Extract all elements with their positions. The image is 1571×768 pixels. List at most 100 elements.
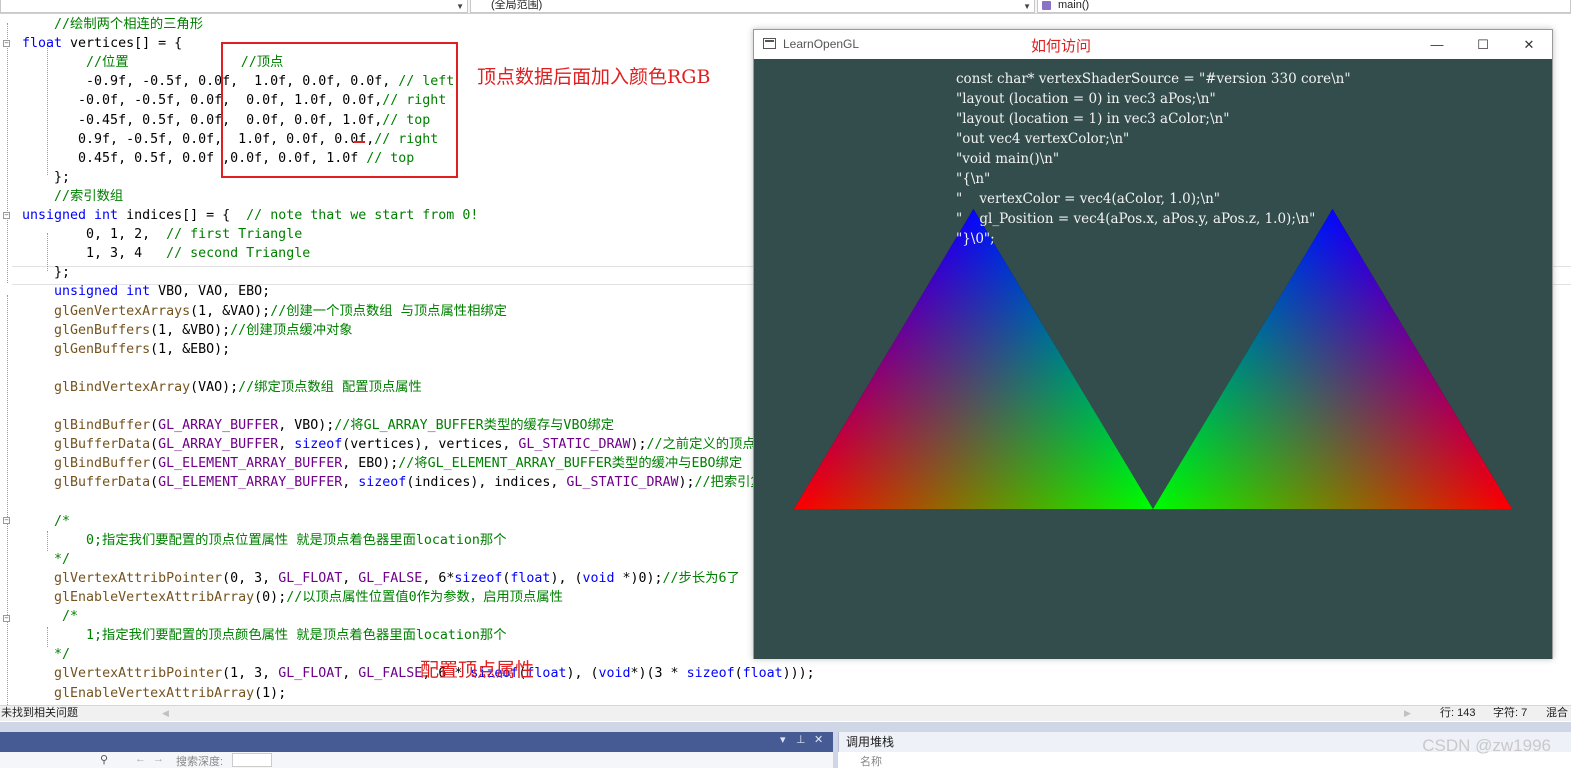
chevron-down-icon: ▼ — [1023, 2, 1031, 11]
vertex-color-layer — [1153, 209, 1513, 509]
code-token: 1, 3, 4 — [22, 246, 167, 262]
scope-dropdown-value: (全局范围) — [491, 0, 543, 11]
code-token: //以顶点属性位置值0作为参数，启用顶点属性 — [286, 590, 563, 605]
code-token: GL_STATIC_DRAW — [518, 437, 631, 453]
left-panel-toolbar: ⚲ ← → 搜索深度: — [0, 752, 833, 768]
code-token: , — [278, 437, 295, 453]
code-token: sizeof — [294, 437, 343, 453]
code-line: //索引数组 — [22, 187, 782, 206]
code-token: glGenBuffers — [54, 322, 151, 338]
code-token: GL_STATIC_DRAW — [566, 475, 679, 491]
code-token: */ — [22, 551, 71, 567]
code-token: *)0); — [614, 570, 663, 586]
code-token: unsigned int — [22, 208, 119, 223]
code-line: */ — [22, 645, 782, 664]
code-line: glBindBuffer(GL_ELEMENT_ARRAY_BUFFER, EB… — [22, 454, 782, 473]
code-token: glBufferData — [54, 437, 151, 453]
code-line: glGenBuffers(1, &VBO);//创建顶点缓冲对象 — [22, 321, 782, 340]
maximize-button[interactable]: ☐ — [1460, 30, 1506, 59]
app-window-icon — [763, 38, 776, 49]
triangle-render — [793, 209, 1513, 509]
code-token: /* — [22, 513, 71, 529]
code-token: (1, 3, — [222, 666, 279, 682]
highlight-box — [221, 42, 458, 178]
column-header-name[interactable]: 名称 — [860, 753, 882, 768]
forward-arrow-icon[interactable]: → — [153, 753, 164, 765]
pin-icon[interactable]: ⊥ — [796, 733, 806, 746]
code-token: sizeof — [358, 475, 407, 491]
collapse-icon[interactable]: − — [3, 40, 10, 47]
code-token: GL_FALSE — [358, 666, 423, 682]
code-token: 0, 1, 2, — [22, 227, 167, 243]
outline-guide — [7, 295, 8, 705]
code-token: ); — [678, 475, 695, 491]
code-line: glBindVertexArray(VAO);//绑定顶点数组 配置顶点属性 — [22, 378, 782, 397]
learnopengl-window[interactable]: LearnOpenGL 如何访问 — ☐ ✕ const char* verte… — [753, 29, 1553, 659]
dropdown-icon[interactable]: ▾ — [780, 733, 786, 746]
code-token: , — [342, 570, 359, 586]
scope-dropdown[interactable]: (全局范围) ▼ — [470, 0, 1035, 13]
shader-line: "layout (location = 1) in vec3 aColor;\n… — [956, 111, 1230, 127]
code-token: , — [342, 666, 359, 682]
code-token: ( — [150, 475, 159, 491]
code-token: //绘制两个相连的三角形 — [22, 17, 204, 32]
code-token: float — [22, 36, 63, 52]
scroll-left-icon[interactable]: ◀ — [162, 706, 169, 721]
rendered-triangle — [793, 209, 1153, 509]
render-canvas[interactable]: const char* vertexShaderSource = "#versi… — [754, 59, 1552, 659]
window-title: LearnOpenGL — [783, 37, 860, 51]
shader-line: const char* vertexShaderSource = "#versi… — [956, 71, 1351, 87]
code-token: ); — [630, 437, 647, 453]
line-indicator: 行: 143 — [1440, 707, 1476, 719]
chevron-down-icon: ▼ — [456, 2, 464, 11]
minimize-button[interactable]: — — [1414, 30, 1460, 59]
code-token: (0, 3, — [222, 570, 279, 586]
annotation-how-access: 如何访问 — [1031, 37, 1092, 55]
code-token: , 6* — [422, 570, 455, 586]
search-depth-dropdown[interactable] — [232, 753, 272, 767]
code-token: (1, &VAO); — [190, 303, 271, 319]
collapse-icon[interactable]: − — [3, 615, 10, 622]
code-token: ( — [150, 456, 159, 472]
code-token: (indices), indices, — [406, 475, 567, 491]
close-button[interactable]: ✕ — [1506, 30, 1552, 59]
back-arrow-icon[interactable]: ← — [135, 753, 146, 765]
collapse-icon[interactable]: − — [3, 212, 10, 219]
code-token: *)(3 * — [630, 666, 687, 682]
code-token: GL_ARRAY_BUFFER — [158, 418, 279, 434]
shader-line: "{\n" — [956, 171, 991, 187]
search-icon[interactable]: ⚲ — [100, 753, 108, 766]
window-titlebar[interactable]: LearnOpenGL 如何访问 — ☐ ✕ — [754, 30, 1552, 59]
code-token: // first Triangle — [166, 227, 303, 243]
function-dropdown[interactable]: main() — [1037, 0, 1571, 13]
scroll-right-icon[interactable]: ▶ — [1404, 706, 1411, 721]
code-token: glVertexAttribPointer — [54, 666, 223, 682]
function-dropdown-value: main() — [1058, 0, 1090, 11]
code-token: GL_ELEMENT_ARRAY_BUFFER — [158, 475, 343, 491]
code-token: sizeof — [454, 570, 503, 586]
code-token: ( — [734, 666, 743, 682]
code-token: /* — [22, 609, 79, 625]
project-dropdown[interactable]: ▼ — [0, 0, 468, 13]
code-token: //索引数组 — [22, 188, 124, 204]
code-token: //创建顶点缓冲对象 — [230, 322, 353, 338]
code-token: (1, &EBO); — [150, 341, 231, 357]
bottom-panels: ▾ ⊥ ✕ ⚲ ← → 搜索深度: 调用堆栈 名称 CSDN @zw1996 — [0, 722, 1571, 768]
column-indicator: 字符: 7 — [1493, 707, 1528, 719]
line-ending-mode[interactable]: 混合 — [1546, 706, 1568, 721]
watermark: CSDN @zw1996 — [1422, 736, 1551, 755]
code-token: GL_FALSE — [358, 570, 423, 586]
shader-line: " gl_Position = vec4(aPos.x, aPos.y, aPo… — [956, 211, 1316, 227]
code-token: glBindBuffer — [54, 418, 151, 434]
problems-status[interactable]: 未找到相关问题 — [1, 706, 78, 721]
code-line: glVertexAttribPointer(0, 3, GL_FLOAT, GL… — [22, 569, 782, 588]
close-icon[interactable]: ✕ — [814, 733, 823, 746]
collapse-icon[interactable]: − — [3, 517, 10, 524]
